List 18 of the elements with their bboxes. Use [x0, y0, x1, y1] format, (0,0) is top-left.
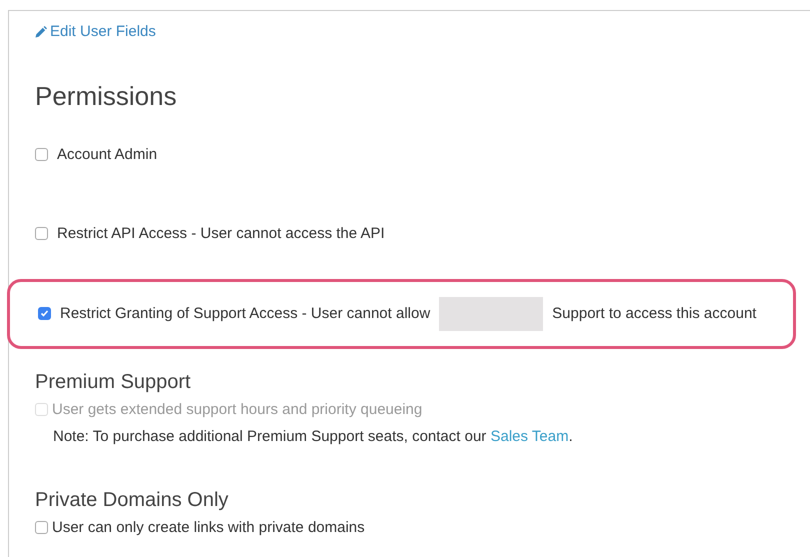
checkbox[interactable] [35, 148, 48, 161]
note-text: Note: To purchase additional Premium Support seats, contact our Sales Team. [53, 428, 574, 444]
option-label: Restrict Granting of Support Access - User cannot allow [60, 305, 430, 322]
option-label: Account Admin [57, 146, 158, 163]
section-heading: Permissions [35, 80, 178, 112]
checkbox[interactable] [35, 521, 48, 534]
option-label: Restrict API Access - User cannot access the API [57, 225, 385, 242]
section-heading: Premium Support [35, 370, 192, 394]
option-label: Support to access this account [552, 305, 756, 322]
section-heading: Private Domains Only [35, 488, 230, 512]
checkbox[interactable] [35, 227, 48, 240]
pencil-icon [35, 26, 47, 38]
sales-team-link[interactable]: Sales Team [490, 428, 569, 444]
edit-link[interactable]: Edit User Fields [35, 23, 156, 40]
option-label: User can only create links with private domains [52, 519, 365, 536]
option-label: User gets extended support hours and priority queueing [52, 401, 422, 418]
checkbox[interactable] [38, 307, 51, 320]
checkmark-icon [40, 309, 49, 318]
